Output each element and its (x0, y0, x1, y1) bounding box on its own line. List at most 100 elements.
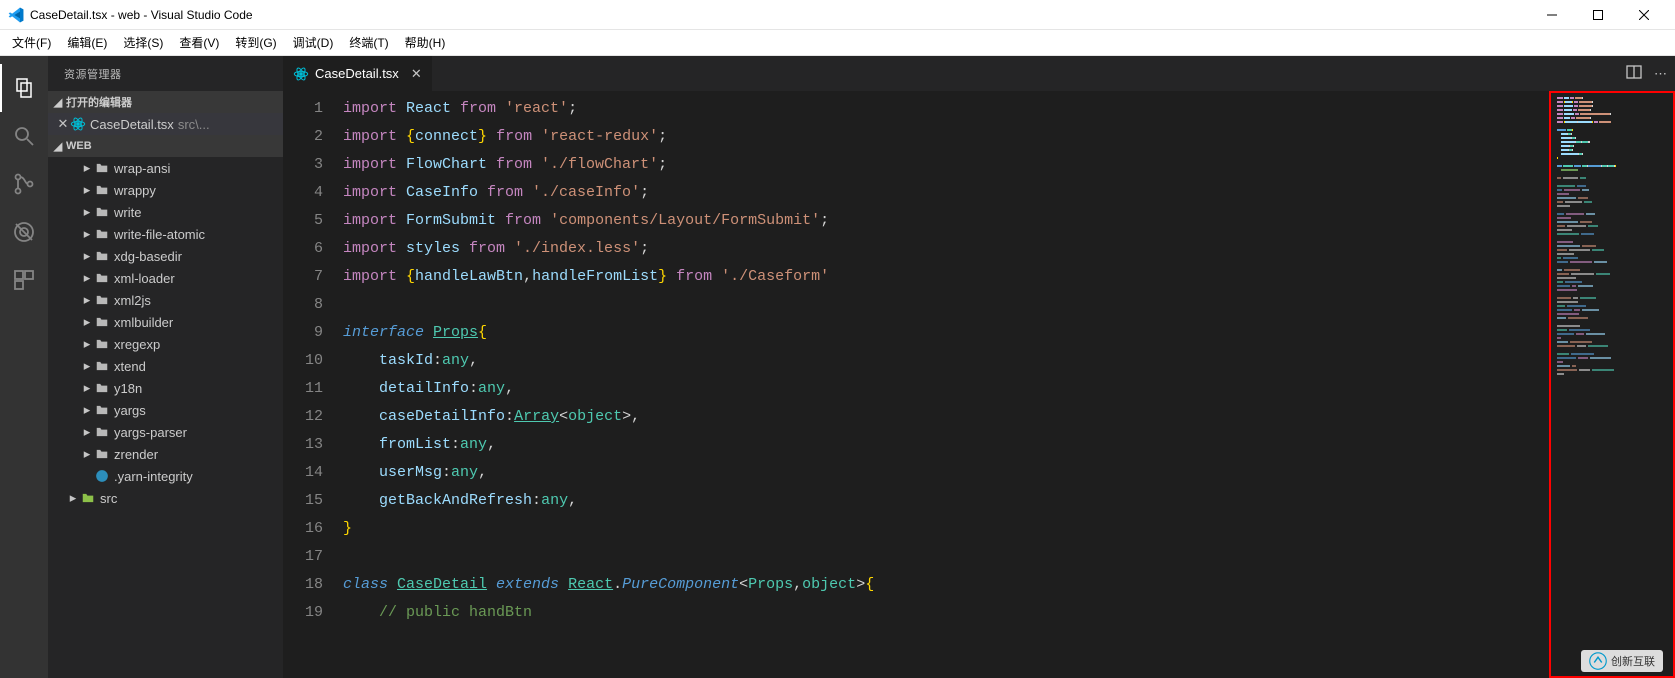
chevron-right-icon: ▸ (80, 182, 94, 198)
close-icon[interactable]: ✕ (411, 66, 422, 82)
menubar: 文件(F)编辑(E)选择(S)查看(V)转到(G)调试(D)终端(T)帮助(H) (0, 30, 1675, 56)
tree-item[interactable]: .yarn-integrity (48, 465, 283, 487)
watermark-logo: 创新互联 (1581, 650, 1663, 672)
tree-item[interactable]: ▸ xtend (48, 355, 283, 377)
search-icon[interactable] (0, 112, 48, 160)
tree-item-label: src (100, 491, 117, 506)
close-button[interactable] (1621, 0, 1667, 30)
window-controls (1529, 0, 1667, 30)
chevron-right-icon: ▸ (80, 248, 94, 264)
chevron-right-icon: ▸ (80, 314, 94, 330)
sidebar-title: 资源管理器 (48, 56, 283, 91)
sidebar: 资源管理器 ◢ 打开的编辑器 ✕ CaseDetail.tsx src\... … (48, 56, 283, 678)
chevron-right-icon: ▸ (80, 292, 94, 308)
chevron-right-icon: ▸ (80, 380, 94, 396)
tree-item-label: yargs-parser (114, 425, 187, 440)
tree-item-label: xml-loader (114, 271, 175, 286)
folder-icon (94, 381, 110, 395)
tree-item[interactable]: ▸ xmlbuilder (48, 311, 283, 333)
folder-icon (94, 359, 110, 373)
chevron-right-icon: ▸ (80, 336, 94, 352)
tree-item[interactable]: ▸ xml2js (48, 289, 283, 311)
tree-item[interactable]: ▸ wrap-ansi (48, 157, 283, 179)
chevron-right-icon: ▸ (80, 226, 94, 242)
source-control-icon[interactable] (0, 160, 48, 208)
tree-item[interactable]: ▸ zrender (48, 443, 283, 465)
menu-item[interactable]: 终端(T) (341, 30, 396, 56)
folder-icon (94, 337, 110, 351)
folder-icon (94, 293, 110, 307)
debug-icon[interactable] (0, 208, 48, 256)
menu-item[interactable]: 帮助(H) (397, 30, 454, 56)
window-title: CaseDetail.tsx - web - Visual Studio Cod… (30, 8, 1529, 22)
gutter: 12345678910111213141516171819 (283, 91, 343, 678)
tabs-actions: ⋯ (1618, 56, 1675, 91)
tree-item-label: zrender (114, 447, 158, 462)
editor-tabs: CaseDetail.tsx ✕ ⋯ (283, 56, 1675, 91)
chevron-right-icon: ▸ (80, 402, 94, 418)
extensions-icon[interactable] (0, 256, 48, 304)
tree-item[interactable]: ▸ yargs (48, 399, 283, 421)
code[interactable]: import React from 'react';import {connec… (343, 91, 1549, 678)
tree-item[interactable]: ▸ src (48, 487, 283, 509)
tree-item[interactable]: ▸ yargs-parser (48, 421, 283, 443)
tree-item[interactable]: ▸ xregexp (48, 333, 283, 355)
editor-body[interactable]: 12345678910111213141516171819 import Rea… (283, 91, 1675, 678)
folder-icon (94, 183, 110, 197)
tree-item[interactable]: ▸ xml-loader (48, 267, 283, 289)
watermark-text: 创新互联 (1611, 653, 1655, 669)
tree-item[interactable]: ▸ xdg-basedir (48, 245, 283, 267)
menu-item[interactable]: 查看(V) (171, 30, 227, 56)
file-path: src\... (178, 117, 210, 132)
chevron-right-icon: ▸ (66, 490, 80, 506)
open-editors-tree: ✕ CaseDetail.tsx src\... (48, 113, 283, 135)
tree-item-label: xtend (114, 359, 146, 374)
tree-item-label: .yarn-integrity (114, 469, 193, 484)
vscode-icon (8, 7, 24, 23)
menu-item[interactable]: 转到(G) (227, 30, 284, 56)
chevron-right-icon: ▸ (80, 270, 94, 286)
folder-icon (94, 425, 110, 439)
tree-item[interactable]: ▸ write (48, 201, 283, 223)
tab-casedetail[interactable]: CaseDetail.tsx ✕ (283, 56, 433, 91)
maximize-button[interactable] (1575, 0, 1621, 30)
tree-item-label: wrappy (114, 183, 156, 198)
tree-item-label: xmlbuilder (114, 315, 173, 330)
tree-item-label: xml2js (114, 293, 151, 308)
chevron-right-icon: ▸ (80, 358, 94, 374)
main: 资源管理器 ◢ 打开的编辑器 ✕ CaseDetail.tsx src\... … (0, 56, 1675, 678)
chevron-right-icon: ▸ (80, 160, 94, 176)
file-name: CaseDetail.tsx (90, 117, 174, 132)
menu-item[interactable]: 编辑(E) (59, 30, 115, 56)
menu-item[interactable]: 文件(F) (4, 30, 59, 56)
tree-item[interactable]: ▸ write-file-atomic (48, 223, 283, 245)
more-icon[interactable]: ⋯ (1654, 66, 1667, 82)
tree-item-label: xdg-basedir (114, 249, 182, 264)
react-icon (293, 66, 309, 82)
tree-item-label: write-file-atomic (114, 227, 205, 242)
titlebar: CaseDetail.tsx - web - Visual Studio Cod… (0, 0, 1675, 30)
workspace-header[interactable]: ◢ WEB (48, 135, 283, 157)
editor-area: CaseDetail.tsx ✕ ⋯ 123456789101112131415… (283, 56, 1675, 678)
close-icon[interactable]: ✕ (56, 116, 70, 132)
explorer-icon[interactable] (0, 64, 48, 112)
folder-icon (94, 227, 110, 241)
tree-item[interactable]: ▸ y18n (48, 377, 283, 399)
split-editor-icon[interactable] (1626, 64, 1642, 83)
minimize-button[interactable] (1529, 0, 1575, 30)
file-tree: ▸ wrap-ansi▸ wrappy▸ write▸ write-file-a… (48, 157, 283, 509)
workspace-label: WEB (66, 140, 92, 152)
chevron-right-icon: ▸ (80, 424, 94, 440)
folder-icon (94, 447, 110, 461)
open-editor-item[interactable]: ✕ CaseDetail.tsx src\... (48, 113, 283, 135)
react-icon (70, 116, 86, 132)
minimap[interactable] (1549, 91, 1675, 678)
src-icon (80, 491, 96, 505)
tree-item[interactable]: ▸ wrappy (48, 179, 283, 201)
chevron-down-icon: ◢ (52, 96, 64, 109)
open-editors-header[interactable]: ◢ 打开的编辑器 (48, 91, 283, 113)
yarn-icon (94, 469, 110, 483)
menu-item[interactable]: 选择(S) (115, 30, 171, 56)
menu-item[interactable]: 调试(D) (285, 30, 342, 56)
folder-icon (94, 271, 110, 285)
